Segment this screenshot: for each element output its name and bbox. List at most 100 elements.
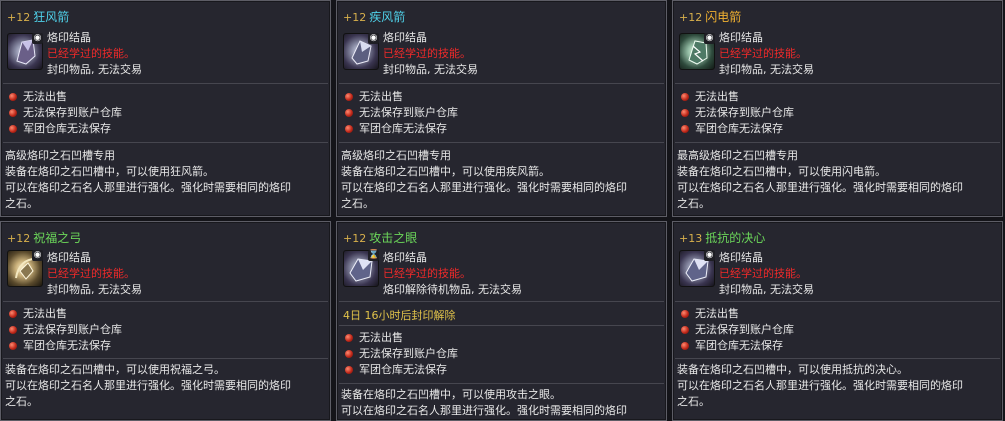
learned-notice: 已经学过的技能。 <box>383 47 471 60</box>
card-title: +12 狂风箭 <box>7 8 69 25</box>
red-bullet-icon <box>681 310 689 318</box>
card-title: +12 疾风箭 <box>343 8 405 25</box>
divider <box>339 383 664 384</box>
unseal-timer: 4日 16小时后封印解除 <box>343 309 456 322</box>
seal-status: 封印物品, 无法交易 <box>47 283 142 296</box>
red-bullet-icon <box>9 326 17 334</box>
description-line: 可以在烙印之石名人那里进行强化。强化时需要相同的烙印 <box>5 379 291 392</box>
divider <box>675 301 1000 302</box>
skill-crystal-icon: ◉ <box>7 33 43 70</box>
description-line: 可以在烙印之石名人那里进行强化。强化时需要相同的烙印 <box>677 181 963 194</box>
restriction-item: 无法保存到账户仓库 <box>679 322 794 338</box>
skill-name: 狂风箭 <box>33 10 70 24</box>
restriction-item: 无法出售 <box>7 306 122 322</box>
card-title: +12 闪电箭 <box>679 8 741 25</box>
red-bullet-icon <box>9 125 17 133</box>
description-line: 可以在烙印之石名人那里进行强化。强化时需要相同的烙印 <box>677 379 963 392</box>
red-bullet-icon <box>9 109 17 117</box>
description-line: 可以在烙印之石名人那里进行强化。强化时需要相同的烙印 <box>341 181 627 194</box>
card-title: +13 抵抗的决心 <box>679 229 765 246</box>
enhance-level: +12 <box>679 11 703 24</box>
red-bullet-icon <box>9 93 17 101</box>
item-meta: 烙印结晶 已经学过的技能。 封印物品, 无法交易 <box>47 250 142 298</box>
description-line: 装备在烙印之石凹槽中，可以使用祝福之弓。 <box>5 363 225 376</box>
item-meta: 烙印结晶 已经学过的技能。 烙印解除待机物品, 无法交易 <box>383 250 522 298</box>
description-line: 最高级烙印之石凹槽专用 <box>677 149 798 162</box>
skill-name: 攻击之眼 <box>369 231 418 245</box>
item-meta: 烙印结晶 已经学过的技能。 封印物品, 无法交易 <box>719 250 814 298</box>
restriction-list: 无法出售 无法保存到账户仓库 军团仓库无法保存 <box>679 306 794 354</box>
tooltip-card-lightning-arrow: +12 闪电箭 ◉ 烙印结晶 已经学过的技能。 封印物品, 无法交易 无法出售 无… <box>672 0 1003 217</box>
lock-icon: ◉ <box>32 33 43 44</box>
restriction-item: 无法出售 <box>679 306 794 322</box>
item-description: 最高级烙印之石凹槽专用 装备在烙印之石凹槽中，可以使用闪电箭。 可以在烙印之石名… <box>677 148 998 212</box>
card-title: +12 祝福之弓 <box>7 229 81 246</box>
item-type: 烙印结晶 <box>719 251 763 264</box>
tooltip-card-gale-arrow: +12 狂风箭 ◉ 烙印结晶 已经学过的技能。 封印物品, 无法交易 无法出售 无… <box>0 0 331 217</box>
restriction-item: 无法出售 <box>343 330 458 346</box>
red-bullet-icon <box>9 310 17 318</box>
divider <box>339 142 664 143</box>
restriction-list: 无法出售 无法保存到账户仓库 军团仓库无法保存 <box>343 330 458 378</box>
hourglass-icon: ⌛ <box>368 250 380 261</box>
red-bullet-icon <box>681 326 689 334</box>
tooltip-card-bow-of-blessing: +12 祝福之弓 ◉ 烙印结晶 已经学过的技能。 封印物品, 无法交易 无法出售 … <box>0 221 331 421</box>
seal-status: 封印物品, 无法交易 <box>383 63 478 76</box>
learned-notice: 已经学过的技能。 <box>47 267 135 280</box>
item-description: 高级烙印之石凹槽专用 装备在烙印之石凹槽中，可以使用狂风箭。 可以在烙印之石名人… <box>5 148 326 212</box>
red-bullet-icon <box>681 342 689 350</box>
restriction-item: 军团仓库无法保存 <box>7 338 122 354</box>
divider <box>3 358 328 359</box>
red-bullet-icon <box>9 342 17 350</box>
description-line: 高级烙印之石凹槽专用 <box>5 149 115 162</box>
skill-name: 抵抗的决心 <box>705 231 766 245</box>
restriction-item: 无法出售 <box>7 89 122 105</box>
item-meta: 烙印结晶 已经学过的技能。 封印物品, 无法交易 <box>719 30 814 78</box>
restriction-list: 无法出售 无法保存到账户仓库 军团仓库无法保存 <box>7 306 122 354</box>
divider <box>339 325 664 326</box>
skill-name: 祝福之弓 <box>33 231 82 245</box>
item-description: 装备在烙印之石凹槽中，可以使用祝福之弓。 可以在烙印之石名人那里进行强化。强化时… <box>5 362 326 410</box>
item-description: 装备在烙印之石凹槽中，可以使用攻击之眼。 可以在烙印之石名人那里进行强化。强化时… <box>341 387 662 419</box>
skill-crystal-icon: ◉ <box>7 250 43 287</box>
description-line: 之石。 <box>677 197 710 210</box>
item-description: 装备在烙印之石凹槽中，可以使用抵抗的决心。 可以在烙印之石名人那里进行强化。强化… <box>677 362 998 410</box>
description-line: 之石。 <box>5 395 38 408</box>
lock-icon: ◉ <box>704 250 715 261</box>
divider <box>3 83 328 84</box>
seal-status: 封印物品, 无法交易 <box>47 63 142 76</box>
red-bullet-icon <box>345 366 353 374</box>
restriction-item: 军团仓库无法保存 <box>343 121 458 137</box>
lock-icon: ◉ <box>368 33 379 44</box>
card-title: +12 攻击之眼 <box>343 229 417 246</box>
red-bullet-icon <box>345 350 353 358</box>
item-description: 高级烙印之石凹槽专用 装备在烙印之石凹槽中，可以使用疾风箭。 可以在烙印之石名人… <box>341 148 662 212</box>
restriction-item: 军团仓库无法保存 <box>7 121 122 137</box>
skill-name: 闪电箭 <box>705 10 742 24</box>
learned-notice: 已经学过的技能。 <box>719 47 807 60</box>
red-bullet-icon <box>345 109 353 117</box>
skill-crystal-icon: ◉ <box>679 250 715 287</box>
enhance-level: +12 <box>343 232 367 245</box>
red-bullet-icon <box>345 334 353 342</box>
skill-crystal-icon: ◉ <box>679 33 715 70</box>
description-line: 可以在烙印之石名人那里进行强化。强化时需要相同的烙印 <box>341 404 627 417</box>
tooltip-card-eye-of-attack: +12 攻击之眼 ⌛ 烙印结晶 已经学过的技能。 烙印解除待机物品, 无法交易 4… <box>336 221 667 421</box>
skill-name: 疾风箭 <box>369 10 406 24</box>
enhance-level: +13 <box>679 232 703 245</box>
red-bullet-icon <box>681 109 689 117</box>
restriction-item: 无法保存到账户仓库 <box>7 105 122 121</box>
item-type: 烙印结晶 <box>47 251 91 264</box>
seal-status: 烙印解除待机物品, 无法交易 <box>383 283 522 296</box>
restriction-list: 无法出售 无法保存到账户仓库 军团仓库无法保存 <box>343 89 458 137</box>
restriction-item: 无法出售 <box>343 89 458 105</box>
red-bullet-icon <box>681 93 689 101</box>
description-line: 装备在烙印之石凹槽中，可以使用抵抗的决心。 <box>677 363 908 376</box>
restriction-item: 军团仓库无法保存 <box>679 338 794 354</box>
divider <box>3 301 328 302</box>
item-meta: 烙印结晶 已经学过的技能。 封印物品, 无法交易 <box>47 30 142 78</box>
divider <box>3 142 328 143</box>
item-type: 烙印结晶 <box>383 251 427 264</box>
learned-notice: 已经学过的技能。 <box>47 47 135 60</box>
restriction-item: 无法保存到账户仓库 <box>343 346 458 362</box>
